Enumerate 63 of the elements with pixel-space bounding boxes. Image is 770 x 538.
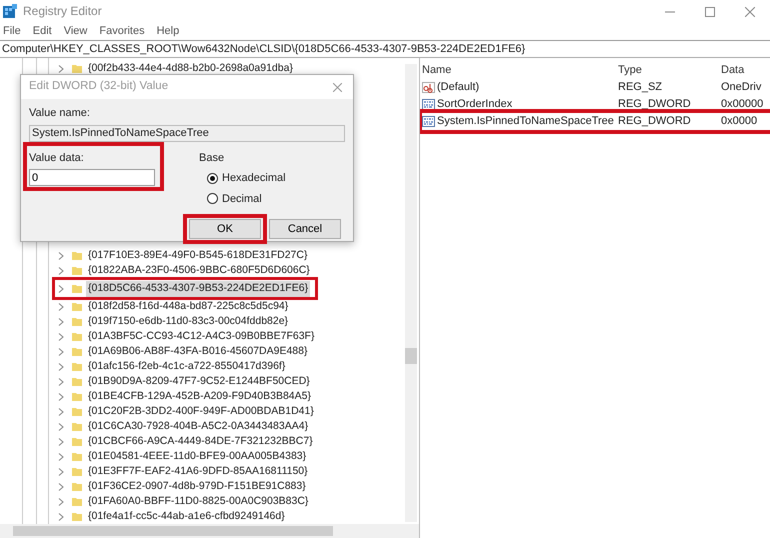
expand-chevron-icon[interactable]	[58, 64, 64, 72]
radio-button[interactable]	[207, 172, 218, 184]
tree-item[interactable]: {018D5C66-4533-4307-9B53-224DE2ED1FE6}	[86, 281, 310, 297]
tree-item[interactable]: {01B90D9A-8209-47F7-9C52-E1244BF50CED}	[86, 374, 312, 390]
horizontal-scrollbar[interactable]	[0, 524, 419, 538]
cancel-button[interactable]: Cancel	[269, 219, 341, 239]
maximize-icon	[705, 6, 715, 17]
address-bar[interactable]: Computer\HKEY_CLASSES_ROOT\Wow6432Node\CLSID\{018D5C66-4533-4307-9B53-224DE2ED1FE6}	[0, 40, 770, 58]
value-name[interactable]: (Default)	[437, 79, 480, 96]
radio-button[interactable]	[207, 193, 218, 204]
tree-item[interactable]: {01fe4a1f-cc5c-44ab-a1e6-cfbd9249146d}	[86, 509, 287, 525]
tree-item[interactable]: {01C6CA30-7928-404B-A5C2-0A3443483AA4}	[86, 419, 310, 435]
radio-label[interactable]: Decimal	[222, 190, 262, 207]
ok-button[interactable]: OK	[189, 219, 261, 239]
dialog-title: Edit DWORD (32-bit) Value	[29, 79, 168, 94]
tree-item[interactable]: {01822ABA-23F0-4506-9BBC-680F5D6D606C}	[86, 263, 312, 279]
tree-item[interactable]: {01afc156-f2eb-4c1c-a722-8550417d396f}	[86, 359, 288, 375]
tree-item[interactable]: {01E04581-4EEE-11d0-BFE9-00AA005B4383}	[86, 449, 308, 465]
menu-item[interactable]: Help	[156, 22, 180, 40]
value-name-field[interactable]: System.IsPinnedToNameSpaceTree	[29, 124, 345, 142]
column-header[interactable]: Type	[618, 62, 721, 79]
binary-value-icon	[422, 99, 435, 110]
tree-item[interactable]: {01BE4CFB-129A-452B-A209-F9D40B3B84A5}	[86, 389, 313, 405]
radio-label[interactable]: Hexadecimal	[222, 170, 286, 186]
registry-app-icon	[3, 4, 17, 18]
field-label: Value data:	[29, 150, 85, 166]
tree-item[interactable]: {00f2b433-44e4-4d88-b2b0-2698a0a91dba}	[86, 60, 295, 76]
value-data-field[interactable]: 0	[29, 169, 155, 186]
vertical-scrollbar[interactable]	[405, 64, 417, 522]
value-type: REG_DWORD	[618, 114, 692, 130]
value-type: REG_DWORD	[618, 97, 692, 112]
column-header[interactable]: Name	[420, 62, 618, 79]
tree-item[interactable]: {018f2d58-f16d-448a-bd87-225c8c5d5c94}	[86, 299, 290, 315]
tree-item[interactable]: {01C20F2B-3DD2-400F-949F-AD00BDAB1D41}	[86, 404, 316, 420]
close-icon	[332, 83, 342, 92]
tree-item[interactable]: {01CBCF66-A9CA-4449-84DE-7F321232BBC7}	[86, 434, 315, 450]
tree-item[interactable]: {01FA60A0-BBFF-11D0-8825-00A0C903B83C}	[86, 494, 310, 510]
field-label: Value name:	[29, 106, 91, 121]
string-value-icon	[422, 82, 435, 93]
column-header[interactable]: Data	[721, 62, 770, 79]
value-data: OneDriv	[721, 80, 762, 96]
value-data: 0x0000	[721, 114, 758, 130]
value-data: 0x00000	[721, 97, 764, 112]
menu-item[interactable]: Edit	[32, 22, 52, 40]
value-name[interactable]: SortOrderIndex	[437, 96, 512, 113]
binary-value-icon	[422, 116, 435, 127]
scrollbar-thumb[interactable]	[405, 348, 417, 364]
tree-item[interactable]: {01A3BF5C-CC93-4C12-A4C3-09B0BBE7F63F}	[86, 329, 316, 345]
tree-item[interactable]: {01F36CE2-0907-4d8b-979D-F151BE91C883}	[86, 479, 308, 495]
base-label: Base	[199, 150, 226, 166]
tree-item[interactable]: {019f7150-e6db-11d0-83c3-00c04fddb82e}	[86, 314, 290, 330]
tree-item[interactable]: {017F10E3-89E4-49F0-B545-618DE31FD27C}	[86, 248, 310, 264]
window-title: Registry Editor	[23, 3, 102, 20]
value-type: REG_SZ	[618, 80, 664, 96]
close-icon	[745, 6, 755, 17]
menu-item[interactable]: View	[64, 22, 88, 40]
scrollbar-thumb[interactable]	[13, 526, 333, 536]
menu-item[interactable]: File	[3, 22, 21, 40]
expand-chevron-icon[interactable]	[58, 284, 64, 293]
value-name[interactable]: System.IsPinnedToNameSpaceTree	[437, 113, 614, 130]
tree-item[interactable]: {01E3FF7F-EAF2-41A6-9DFD-85AA16811150}	[86, 464, 310, 480]
menu-item[interactable]: Favorites	[99, 22, 145, 40]
tree-item[interactable]: {01A69B06-AB8F-43FA-B016-45607DA9E488}	[86, 344, 310, 360]
